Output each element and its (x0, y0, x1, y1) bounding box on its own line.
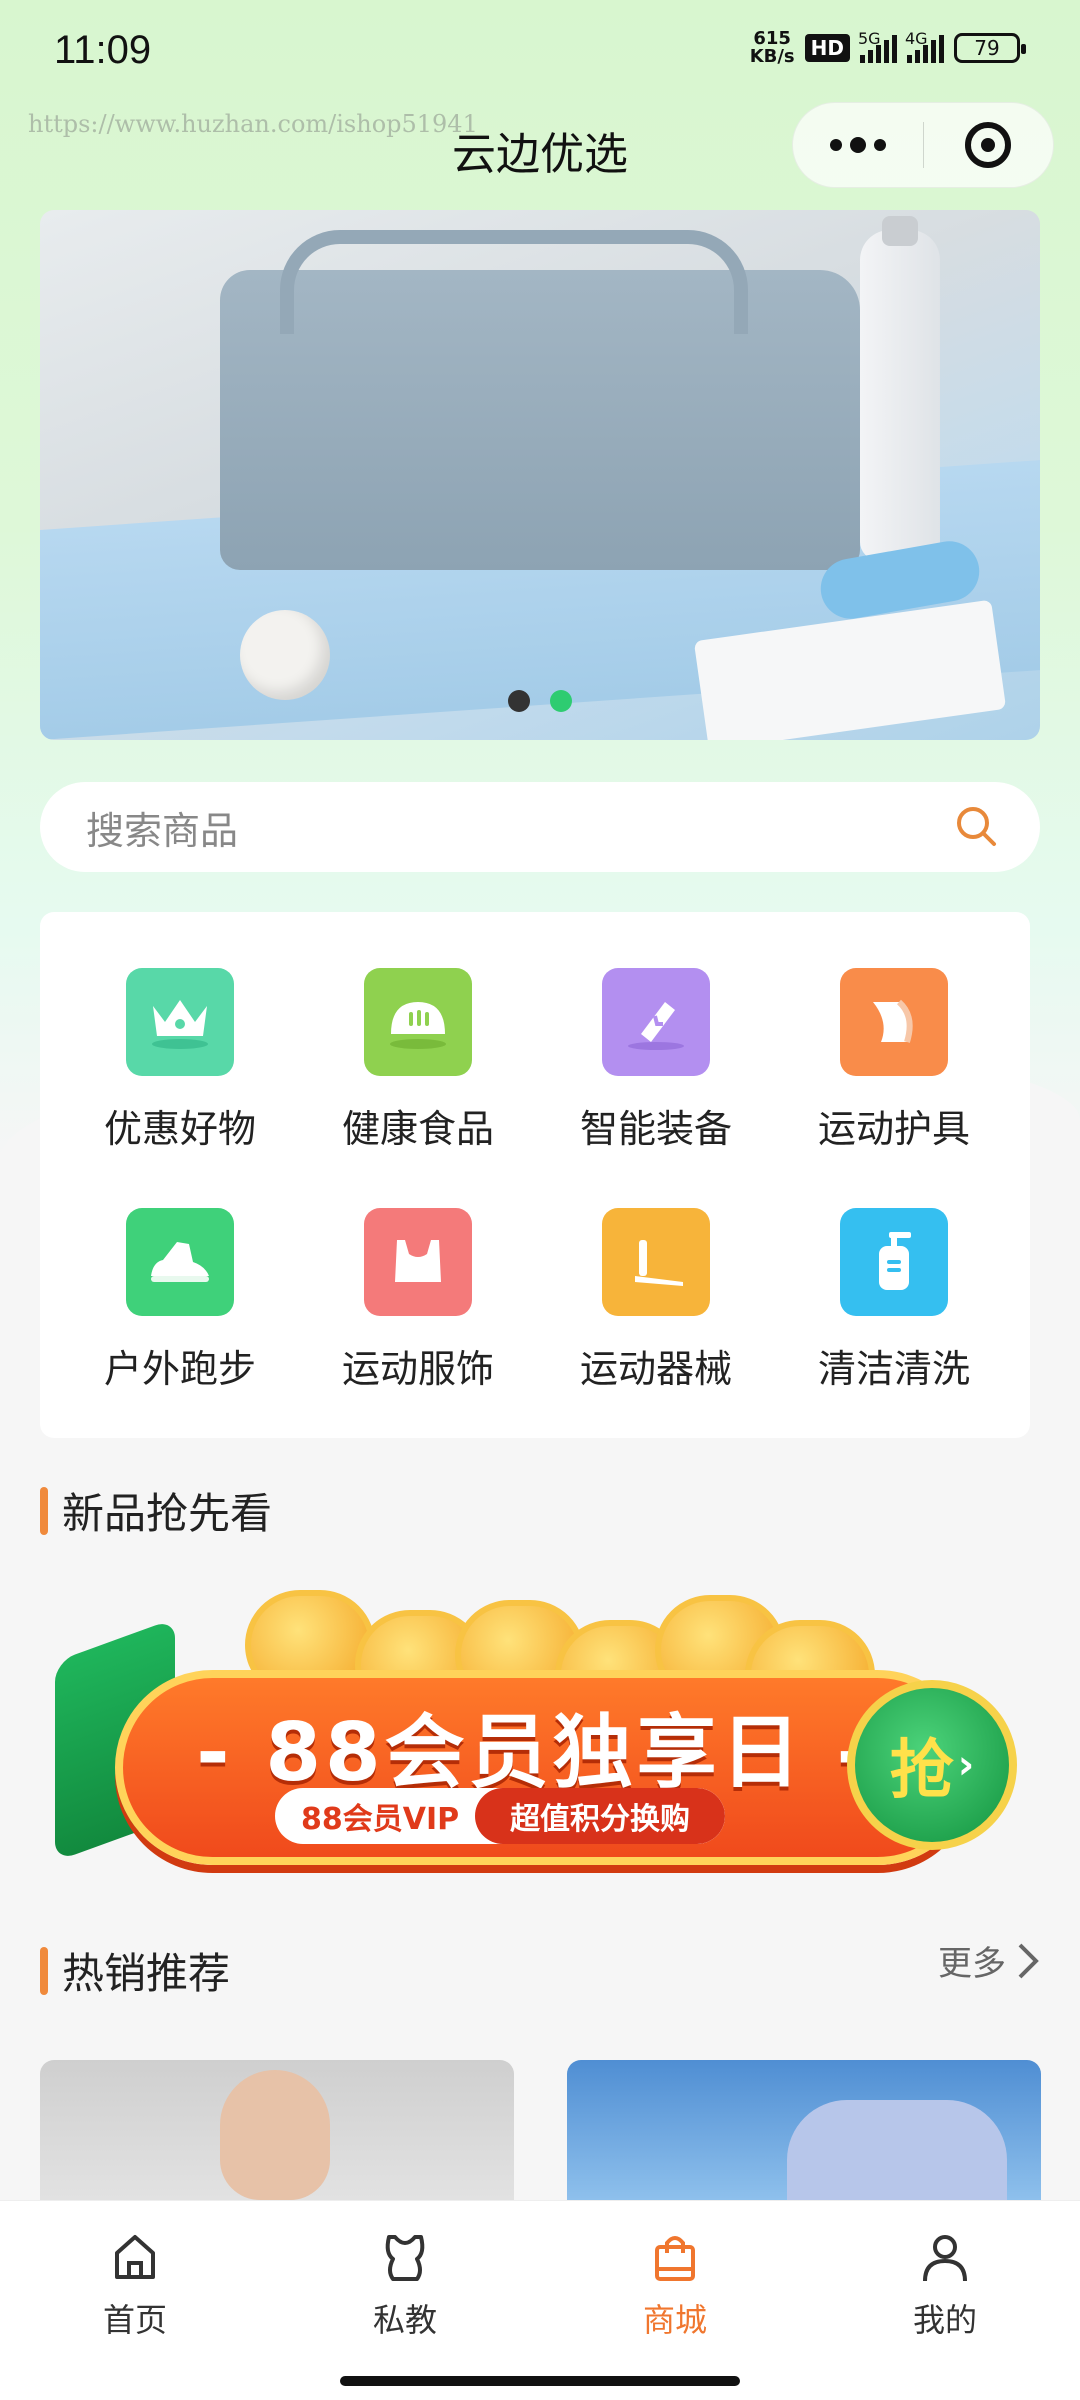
mini-program-capsule (792, 102, 1054, 188)
category-smart-gear[interactable]: 智能装备 (536, 912, 776, 1151)
category-label: 健康食品 (341, 1107, 494, 1151)
sports-bra-icon (364, 1208, 472, 1316)
section-title: 新品抢先看 (62, 1489, 273, 1538)
more-options-button[interactable] (793, 102, 923, 188)
promo-tag: 88会员VIP 超值积分换购 (275, 1788, 725, 1844)
network-speed: 615 KB/s (750, 30, 795, 66)
category-label: 优惠好物 (103, 1107, 256, 1151)
product-image (787, 2100, 1007, 2200)
search-bar[interactable]: 搜索商品 (40, 782, 1040, 872)
more-link[interactable]: 更多 (938, 1936, 1040, 1985)
coach-icon (385, 2235, 425, 2281)
promo-tag-redeem: 超值积分换购 (475, 1788, 725, 1844)
tab-label: 私教 (372, 2301, 437, 2339)
more-dot-icon (849, 137, 866, 153)
banner-gym-bag-image (220, 230, 860, 570)
search-icon[interactable] (952, 802, 1000, 850)
more-dot-icon (873, 139, 886, 151)
navigation-bar: https://www.huzhan.com/ishop51941 云边优选 (0, 100, 1080, 210)
banner-bottle-image (860, 216, 940, 560)
battery-level: 79 (974, 36, 1000, 60)
sync-device-icon (602, 968, 710, 1076)
bread-icon (364, 968, 472, 1076)
category-cleaning[interactable]: 清洁清洗 (774, 1152, 1014, 1391)
status-bar: 11:09 615 KB/s HD 5G 4G 79 (0, 0, 1080, 100)
category-label: 运动器械 (579, 1347, 732, 1391)
category-label: 户外跑步 (103, 1347, 256, 1391)
section-accent-bar (40, 1486, 48, 1535)
signal-5g-icon: 5G (858, 29, 897, 63)
network-speed-unit: KB/s (749, 46, 795, 67)
promo-banner[interactable]: - 88会员独享日 - 88会员VIP 超值积分换购 抢 › (55, 1580, 1025, 1900)
tab-label: 首页 (102, 2301, 167, 2339)
tab-coach[interactable]: 私教 (305, 2229, 505, 2341)
signal-4g-label: 4G (905, 29, 928, 48)
promo-tag-vip: 88会员VIP (301, 1802, 460, 1837)
more-dot-icon (829, 139, 842, 151)
running-shoe-icon (126, 1208, 234, 1316)
section-hot-sales-header: 热销推荐 (40, 1940, 230, 2001)
category-protective-gear[interactable]: 运动护具 (774, 912, 1014, 1151)
hd-icon: HD (804, 34, 850, 62)
category-sportswear[interactable]: 运动服饰 (298, 1152, 538, 1391)
shopping-bag-icon (655, 2236, 695, 2281)
chevron-right-icon: › (957, 1742, 975, 1788)
tab-label: 商城 (642, 2301, 707, 2339)
product-card[interactable] (40, 2060, 514, 2200)
status-indicators: 615 KB/s HD 5G 4G 79 (750, 29, 1026, 66)
tab-mall[interactable]: 商城 (575, 2229, 775, 2341)
treadmill-icon (602, 1208, 710, 1316)
knee-pad-icon (840, 968, 948, 1076)
grab-button-label: 抢 (889, 1734, 954, 1808)
home-icon (115, 2235, 155, 2279)
signal-4g-icon: 4G (905, 29, 944, 63)
category-outdoor-running[interactable]: 户外跑步 (60, 1152, 300, 1391)
banner-ball-image (240, 610, 330, 700)
tab-home[interactable]: 首页 (35, 2229, 235, 2341)
more-link-label: 更多 (938, 1944, 1006, 1984)
category-label: 运动服饰 (341, 1347, 494, 1391)
promo-headline: - 88会员独享日 - (196, 1706, 874, 1799)
tab-profile[interactable]: 我的 (845, 2229, 1045, 2341)
category-label: 运动护具 (817, 1107, 970, 1151)
carousel-dot[interactable] (508, 690, 530, 712)
signal-5g-label: 5G (858, 29, 881, 48)
category-fitness-equipment[interactable]: 运动器械 (536, 1152, 776, 1391)
home-indicator[interactable] (340, 2376, 740, 2386)
tab-bar: 首页 私教 商城 我的 (0, 2200, 1080, 2400)
battery-icon: 79 (954, 33, 1026, 63)
product-card[interactable] (567, 2060, 1041, 2200)
carousel-indicator (508, 690, 572, 712)
category-healthy-food[interactable]: 健康食品 (298, 912, 538, 1151)
target-circle-icon (965, 122, 1012, 168)
section-accent-bar (40, 1946, 48, 1995)
status-time: 11:09 (54, 28, 152, 72)
grab-button[interactable]: 抢 › (847, 1680, 1017, 1850)
tab-label: 我的 (912, 2301, 977, 2339)
chevron-right-icon (1018, 1943, 1039, 1978)
section-new-products-header: 新品抢先看 (40, 1480, 272, 1541)
category-label: 清洁清洗 (817, 1347, 970, 1391)
category-deals[interactable]: 优惠好物 (60, 912, 300, 1151)
user-icon (923, 2235, 967, 2282)
carousel-dot-active[interactable] (550, 690, 572, 712)
search-placeholder: 搜索商品 (86, 808, 239, 853)
banner-carousel[interactable] (40, 210, 1040, 740)
category-grid: 优惠好物 健康食品 智能装备 运动护具 户外跑步 运动服饰 运动器械 清洁清洗 (40, 912, 1030, 1438)
product-image (220, 2070, 330, 2200)
close-mini-program-button[interactable] (924, 102, 1054, 188)
section-title: 热销推荐 (62, 1949, 231, 1998)
soap-dispenser-icon (840, 1208, 948, 1316)
category-label: 智能装备 (579, 1107, 732, 1151)
crown-icon (126, 968, 234, 1076)
